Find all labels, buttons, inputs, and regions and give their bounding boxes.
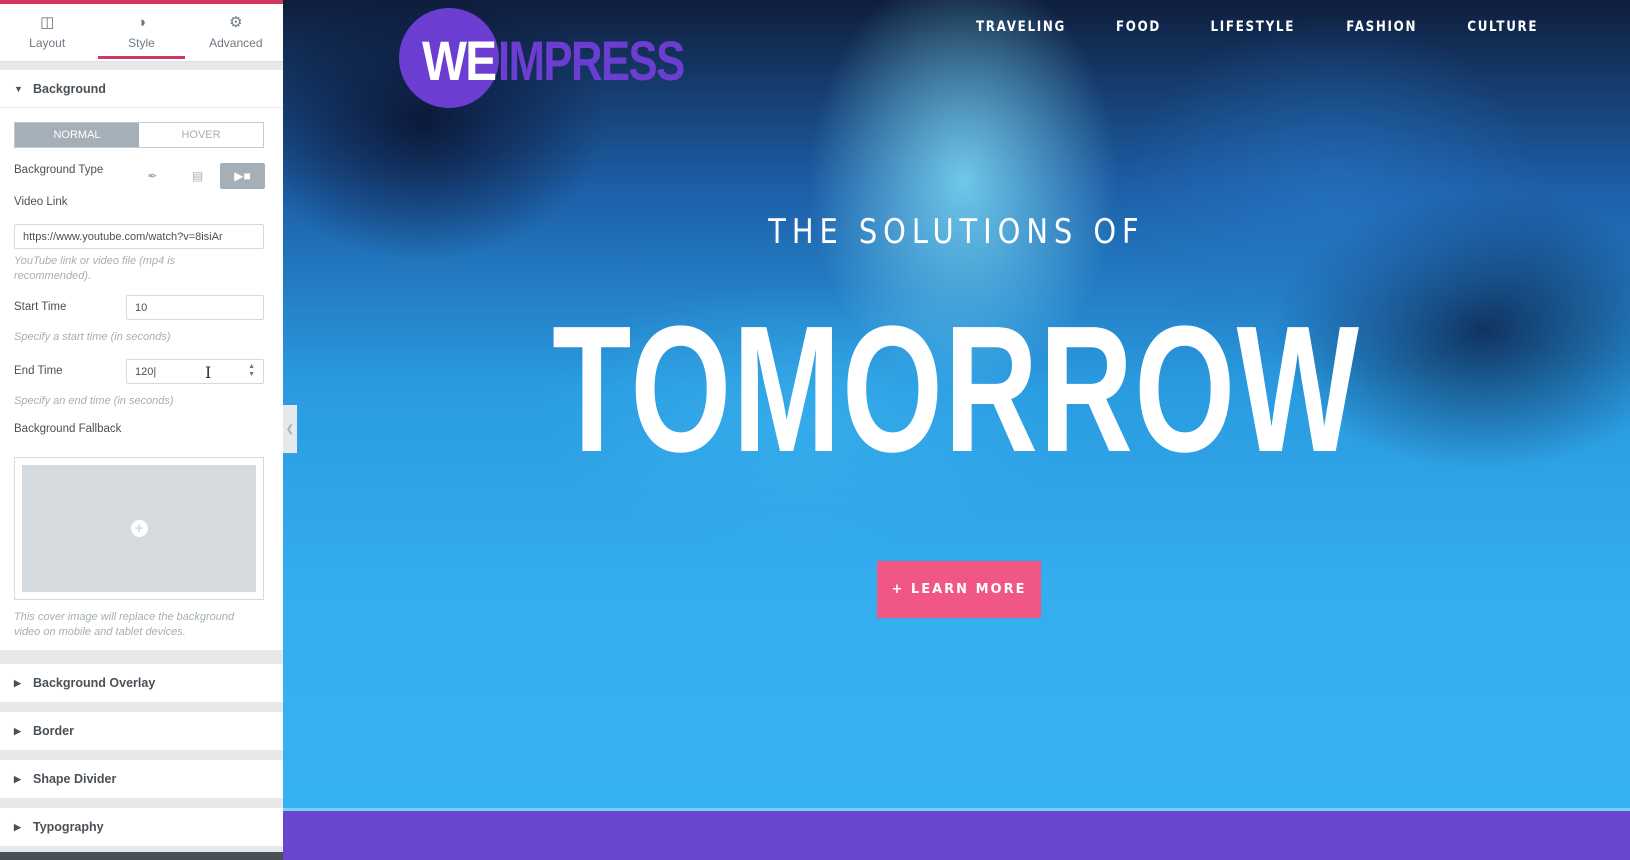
panel-tabs: ◫ Layout ◑ Style ⚙ Advanced	[0, 4, 283, 62]
caret-right-icon: ▶	[14, 725, 21, 736]
video-link-note: YouTube link or video file (mp4 is recom…	[14, 255, 176, 282]
background-type-label: Background Type	[14, 164, 104, 176]
end-time-note: Specify an end time (in seconds)	[14, 395, 174, 407]
fallback-note: This cover image will replace the backgr…	[14, 611, 235, 638]
section-typography[interactable]: ▶ Typography	[0, 808, 283, 846]
hover-tab[interactable]: HOVER	[139, 123, 263, 147]
add-image-icon[interactable]: +	[130, 520, 148, 537]
tab-advanced-label: Advanced	[209, 36, 263, 50]
background-section-title: Background	[33, 81, 106, 96]
page-preview: WE IMPRESS TRAVELING FOOD LIFESTYLE FASH…	[283, 0, 1630, 860]
tab-style-label: Style	[128, 36, 155, 50]
main-nav: TRAVELING FOOD LIFESTYLE FASHION CULTURE	[968, 19, 1545, 35]
text-cursor-icon: I	[205, 363, 212, 382]
brush-icon[interactable]: ✒	[130, 163, 175, 189]
collapse-panel-handle[interactable]: ❮	[283, 405, 297, 453]
hero-headline: TOMORROW	[283, 300, 1630, 480]
learn-more-button[interactable]: + LEARN MORE	[877, 561, 1041, 618]
panel-footer	[0, 852, 283, 860]
section-label: Background Overlay	[33, 676, 156, 690]
caret-right-icon: ▶	[14, 773, 21, 784]
next-section-bar	[283, 811, 1630, 860]
hero-subtitle: THE SOLUTIONS OF	[283, 212, 1630, 252]
video-link-input[interactable]: https://www.youtube.com/watch?v=8isiAr	[14, 224, 264, 249]
section-label: Typography	[33, 820, 104, 834]
tab-layout[interactable]: ◫ Layout	[0, 4, 94, 61]
end-time-input[interactable]: 120| I ▲ ▼	[126, 359, 264, 384]
nav-item-fashion[interactable]: FASHION	[1346, 19, 1417, 35]
logo-impress[interactable]: IMPRESS	[498, 28, 685, 93]
nav-item-food[interactable]: FOOD	[1116, 19, 1161, 35]
caret-right-icon: ▶	[14, 677, 21, 688]
logo-we[interactable]: WE	[422, 28, 497, 93]
caret-right-icon: ▶	[14, 821, 21, 832]
fallback-label: Background Fallback	[14, 423, 122, 435]
start-time-label: Start Time	[14, 301, 67, 313]
fallback-image-picker[interactable]: +	[14, 457, 264, 600]
fallback-image-placeholder: +	[22, 465, 256, 592]
nav-item-culture[interactable]: CULTURE	[1468, 19, 1539, 35]
background-section: ▼ Background NORMAL HOVER Background Typ…	[0, 70, 283, 650]
section-background-overlay[interactable]: ▶ Background Overlay	[0, 664, 283, 702]
start-time-note: Specify a start time (in seconds)	[14, 331, 171, 343]
nav-item-lifestyle[interactable]: LIFESTYLE	[1210, 19, 1295, 35]
video-camera-icon[interactable]: ▶■	[220, 163, 265, 189]
tab-style[interactable]: ◑ Style	[94, 4, 188, 61]
editor-panel: ◫ Layout ◑ Style ⚙ Advanced ▼ Background…	[0, 0, 283, 860]
end-time-value: 120|	[135, 365, 157, 378]
normal-tab[interactable]: NORMAL	[15, 123, 139, 147]
background-section-header[interactable]: ▼ Background	[0, 70, 283, 108]
tab-advanced[interactable]: ⚙ Advanced	[189, 4, 283, 61]
style-icon: ◑	[136, 14, 147, 31]
start-time-input[interactable]: 10	[126, 295, 264, 320]
gear-icon: ⚙	[229, 14, 243, 31]
section-label: Border	[33, 724, 74, 738]
tab-layout-label: Layout	[29, 36, 66, 50]
stepper-arrows-icon[interactable]: ▲ ▼	[248, 363, 255, 379]
hero-subtitle-text: THE SOLUTIONS OF	[768, 212, 1145, 252]
gradient-icon[interactable]: ▤	[175, 163, 220, 189]
section-border[interactable]: ▶ Border	[0, 712, 283, 750]
caret-down-icon: ▼	[14, 83, 23, 94]
end-time-label: End Time	[14, 365, 63, 377]
state-toggle: NORMAL HOVER	[14, 122, 264, 148]
video-link-label: Video Link	[14, 196, 68, 208]
background-type-choices: ✒ ▤ ▶■	[130, 163, 265, 189]
section-shape-divider[interactable]: ▶ Shape Divider	[0, 760, 283, 798]
hero-headline-text: TOMORROW	[552, 289, 1361, 490]
section-label: Shape Divider	[33, 772, 117, 786]
layout-icon: ◫	[40, 14, 55, 31]
chevron-left-icon: ❮	[285, 423, 295, 435]
nav-item-traveling[interactable]: TRAVELING	[976, 19, 1066, 35]
